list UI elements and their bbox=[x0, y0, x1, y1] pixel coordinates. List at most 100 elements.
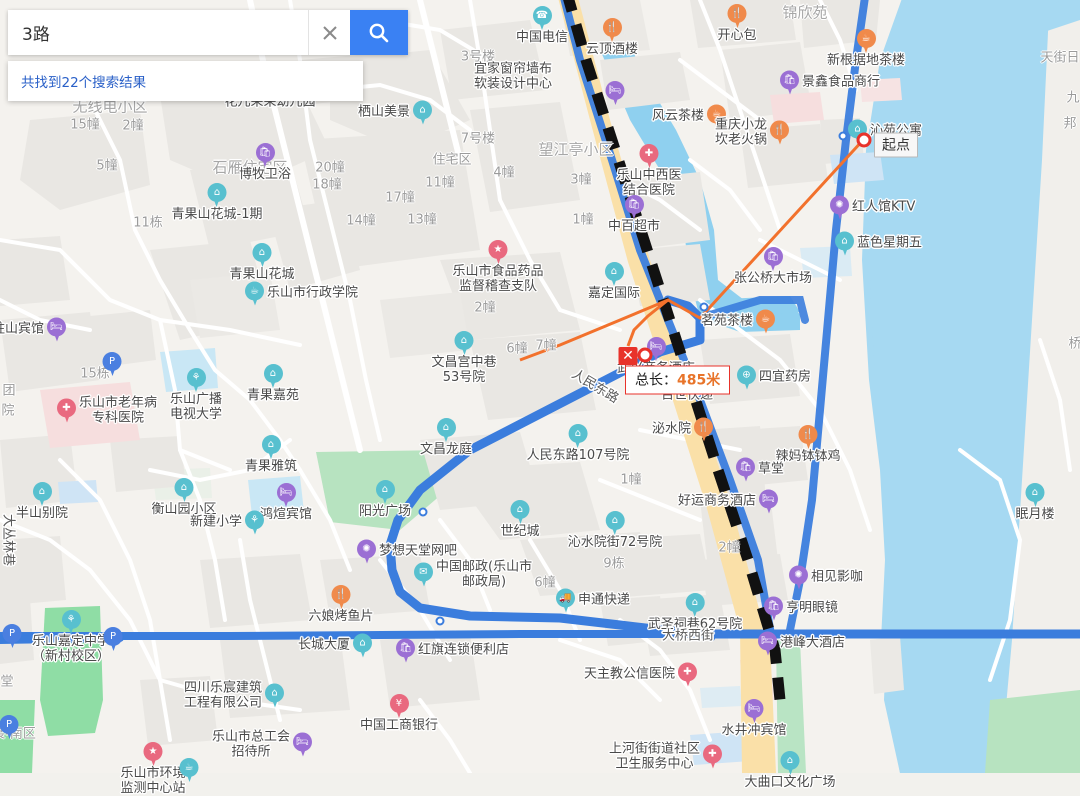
search-input[interactable] bbox=[8, 10, 308, 55]
search-panel[interactable]: 共找到22个搜索结果 bbox=[8, 10, 408, 101]
poi-marker[interactable]: ⚘ 乐山嘉定中学 （新村校区） bbox=[32, 610, 110, 664]
poi-marker[interactable]: ★ 乐山市环境 监测中心站 bbox=[120, 742, 186, 796]
route-start-marker[interactable] bbox=[856, 132, 872, 148]
clear-button[interactable] bbox=[308, 10, 350, 55]
area-label: 7幢 bbox=[535, 338, 557, 354]
poi-marker[interactable]: P bbox=[0, 715, 19, 740]
poi-marker[interactable]: ⚘ 乐山广播 电视大学 bbox=[170, 368, 222, 422]
poi-marker[interactable]: ⌂ 人民东路107号院 bbox=[526, 424, 630, 464]
poi-label: 大曲口文化广场 bbox=[744, 775, 836, 790]
poi-marker[interactable]: 🛍 博牧卫浴 bbox=[239, 143, 291, 183]
poi-marker[interactable]: 🍴 重庆小龙 坎老火锅 bbox=[715, 118, 789, 147]
poi-marker[interactable]: ⌂ 阳光广场 bbox=[359, 480, 411, 520]
area-label: 2幢 bbox=[474, 300, 496, 316]
poi-marker[interactable]: 🛍 亨明眼镜 bbox=[764, 596, 838, 622]
poi-marker[interactable]: 🍴 云顶酒楼 bbox=[586, 18, 638, 58]
poi-marker[interactable]: 🛏 水井冲宾馆 bbox=[721, 699, 787, 739]
poi-marker[interactable]: 🛏石柱山宾馆 bbox=[0, 317, 66, 343]
poi-marker[interactable]: ¥ 中国工商银行 bbox=[360, 694, 438, 734]
poi-marker[interactable]: ⌂ 青果山花城-1期 bbox=[172, 183, 262, 223]
poi-marker[interactable]: ⌂ 半山别院 bbox=[16, 482, 68, 522]
poi-marker[interactable]: P bbox=[2, 624, 22, 649]
poi-marker[interactable]: ✺ 红人馆KTV bbox=[830, 195, 915, 221]
poi-marker[interactable]: ✚ 乐山中西医 结合医院 bbox=[616, 144, 682, 198]
poi-marker[interactable]: P bbox=[103, 627, 123, 652]
map-pin-icon: ★ bbox=[488, 240, 508, 265]
map-pin-icon: 🚚 bbox=[556, 588, 575, 614]
map-pin-icon: 🛍 bbox=[396, 638, 415, 664]
poi-marker[interactable]: ★ 乐山市食品药品 监督稽查支队 bbox=[452, 240, 544, 294]
poi-label: 青果嘉苑 bbox=[246, 388, 300, 403]
poi-marker[interactable]: ☕ 新根据地茶楼 bbox=[827, 29, 905, 69]
poi-marker[interactable]: ⌂ 栖山美景 bbox=[358, 100, 432, 126]
poi-marker[interactable]: ✚ 上河街街道社区 卫生服务中心 bbox=[609, 742, 722, 771]
poi-marker[interactable]: 🍴 辣妈钵钵鸡 bbox=[775, 425, 841, 465]
poi-marker[interactable]: 宜家窗帘墙布 软装设计中心 bbox=[474, 62, 552, 91]
poi-marker[interactable]: ⌂ 蓝色星期五 bbox=[835, 231, 922, 257]
poi-marker[interactable]: ✚ 乐山市老年病 专科医院 bbox=[57, 396, 157, 425]
poi-marker[interactable]: ⌂ 长城大厦 bbox=[298, 633, 372, 659]
poi-marker[interactable]: ⌂ 青果山花城 bbox=[229, 243, 295, 283]
route-delete-button[interactable]: ✕ bbox=[618, 347, 638, 365]
area-label: 2幢 bbox=[718, 540, 740, 556]
route-start-label: 起点 bbox=[882, 137, 910, 154]
poi-marker[interactable]: 🛏 bbox=[605, 81, 625, 106]
poi-marker[interactable]: 🍴 泌水院 bbox=[652, 417, 713, 443]
route-end-marker[interactable] bbox=[637, 347, 653, 363]
poi-marker[interactable]: 🛏 鸿煊宾馆 bbox=[260, 483, 312, 523]
poi-marker[interactable]: ⌂ 眠月楼 bbox=[1015, 483, 1055, 523]
poi-marker[interactable]: ⌂ 世纪城 bbox=[500, 500, 540, 540]
poi-marker[interactable]: ⌂ 青果雅筑 bbox=[245, 435, 297, 475]
poi-marker[interactable]: 🛏 好运商务酒店 bbox=[678, 489, 778, 515]
search-bar[interactable] bbox=[8, 10, 408, 55]
bus-stop-marker[interactable] bbox=[838, 131, 848, 141]
poi-marker[interactable]: 🛍 中百超市 bbox=[608, 195, 660, 235]
poi-marker[interactable]: 🍴 六娘烤鱼片 bbox=[308, 585, 374, 625]
poi-marker[interactable]: 🛏 港峰大酒店 bbox=[758, 631, 845, 657]
poi-marker[interactable]: 🛍 草堂 bbox=[736, 457, 784, 483]
poi-marker[interactable]: ✉ 中国邮政(乐山市 邮政局) bbox=[414, 560, 532, 589]
poi-marker[interactable]: ⌂ 沁水院街72号院 bbox=[568, 511, 662, 551]
poi-marker[interactable]: 🛏 乐山市总工会 招待所 bbox=[212, 730, 312, 759]
poi-marker[interactable]: ⌂ 四川乐宸建筑 工程有限公司 bbox=[184, 681, 284, 710]
map-pin-icon: 🛍 bbox=[763, 247, 783, 272]
poi-marker[interactable]: 🍴 开心包 bbox=[717, 4, 757, 44]
poi-marker[interactable]: ⌂ 青果嘉苑 bbox=[247, 364, 299, 404]
poi-marker[interactable]: ☕ 乐山市行政学院 bbox=[245, 281, 358, 307]
map-canvas[interactable]: 无线电小区 15幢 2幢 5幢 11栋 15栋 3号楼 7号楼 望江亭小区 石雁住宅区 住宅区 20幢… bbox=[0, 0, 1080, 795]
search-button[interactable] bbox=[350, 10, 408, 55]
poi-marker[interactable]: ✺ 相见影咖 bbox=[789, 565, 863, 591]
poi-marker[interactable]: P bbox=[102, 352, 122, 377]
poi-label: 中国工商银行 bbox=[359, 718, 439, 733]
search-result-summary[interactable]: 共找到22个搜索结果 bbox=[8, 61, 363, 101]
poi-label: 半山别院 bbox=[15, 506, 69, 521]
area-label: 17幢 bbox=[385, 190, 415, 206]
map-pin-icon: ⌂ bbox=[510, 500, 530, 525]
poi-marker[interactable]: ⌂ 文昌龙庭 bbox=[420, 418, 472, 458]
poi-label: 天主教公信医院 bbox=[583, 666, 675, 682]
poi-marker[interactable]: 🛍 景鑫食品商行 bbox=[780, 70, 880, 96]
bus-stop-marker[interactable] bbox=[418, 507, 428, 517]
poi-marker[interactable]: ☕ bbox=[179, 758, 199, 783]
poi-marker[interactable]: 🛍 红旗连锁便利店 bbox=[396, 638, 509, 664]
poi-marker[interactable]: ✚ 天主教公信医院 bbox=[583, 662, 697, 688]
poi-marker[interactable]: 🚚 申通快递 bbox=[556, 588, 630, 614]
map-pin-icon: 🛍 bbox=[780, 70, 799, 96]
poi-label: 人民东路107号院 bbox=[526, 448, 630, 463]
poi-label: 博牧卫浴 bbox=[238, 167, 292, 182]
area-label: 13幢 bbox=[407, 212, 437, 228]
poi-marker[interactable]: ⚘ 新建小学 bbox=[190, 510, 264, 536]
poi-marker[interactable]: ☕ 茗苑茶楼 bbox=[701, 309, 775, 335]
poi-marker[interactable]: ⌂ 文昌宫中巷 53号院 bbox=[431, 331, 497, 385]
map-pin-icon: ✚ bbox=[678, 662, 697, 688]
poi-marker[interactable]: ⌂ 大曲口文化广场 bbox=[744, 751, 836, 791]
area-label: 天街日 bbox=[1040, 50, 1080, 66]
poi-marker[interactable]: 🛍 张公桥大市场 bbox=[734, 247, 812, 287]
poi-marker[interactable]: ⌂ 嘉定国际 bbox=[588, 262, 640, 302]
bus-stop-marker[interactable] bbox=[435, 616, 445, 626]
poi-marker[interactable]: ⊕ 四宜药房 bbox=[737, 365, 811, 391]
map-pin-icon: ¥ bbox=[389, 694, 409, 719]
area-label: 7号楼 bbox=[460, 131, 496, 147]
area-label: 团 bbox=[2, 383, 16, 399]
poi-marker[interactable]: ☎ 中国电信 bbox=[516, 6, 568, 46]
